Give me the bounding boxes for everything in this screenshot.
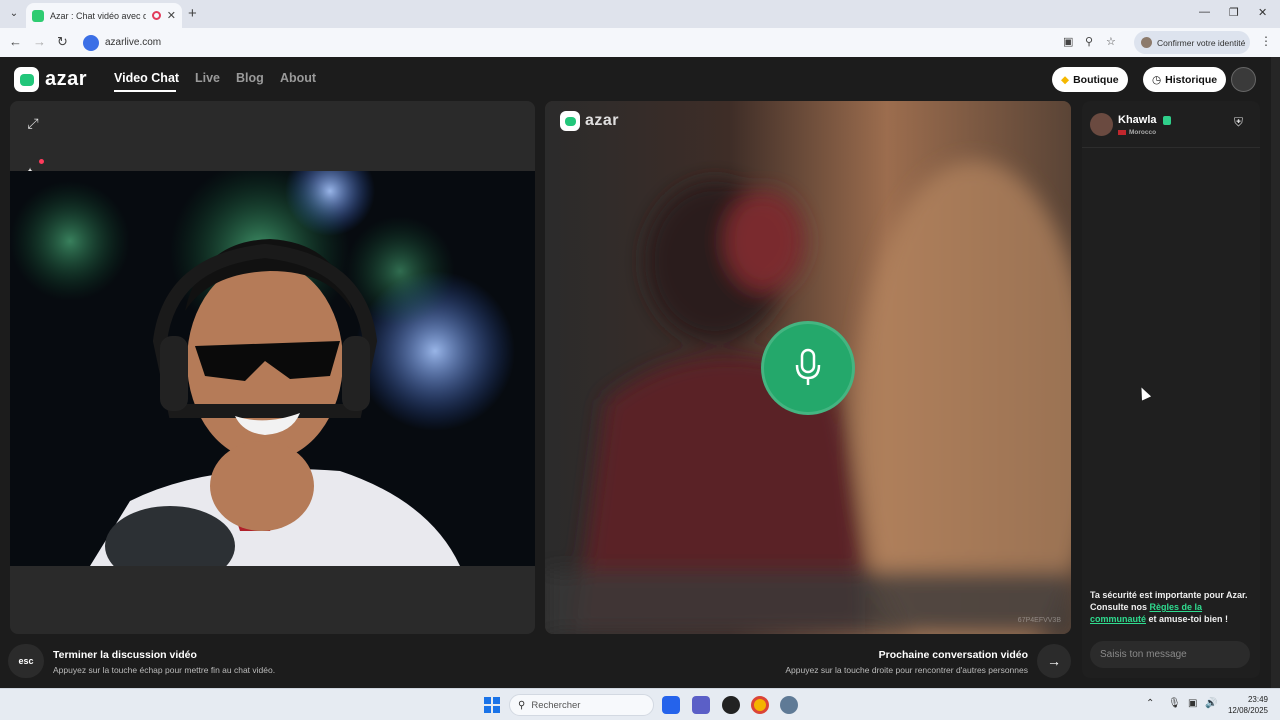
logo-text: azar <box>45 68 88 90</box>
nav-about[interactable]: About <box>280 71 316 85</box>
microphone-button[interactable] <box>761 321 855 415</box>
azar-site: azar Video Chat Live Blog About ◆ Boutiq… <box>0 57 1280 688</box>
minimize-icon[interactable]: — <box>1199 6 1210 18</box>
end-chat-esc-button[interactable]: esc <box>8 644 44 678</box>
boutique-label: Boutique <box>1073 73 1119 86</box>
tray-network-icon[interactable]: ▣ <box>1188 698 1197 709</box>
safety-text-suffix: et amuse-toi bien ! <box>1146 614 1229 624</box>
tab-title: Azar : Chat vidéo avec de n <box>50 10 146 21</box>
tab-search-icon[interactable]: ⌄ <box>5 5 23 23</box>
browser-menu-icon[interactable]: ⋮ <box>1260 34 1272 48</box>
partner-logo-text: azar <box>585 112 620 129</box>
taskbar-search-label: Rechercher <box>531 699 581 711</box>
tab-close-icon[interactable]: ✕ <box>167 9 176 22</box>
safety-notice: Ta sécurité est importante pour Azar. Co… <box>1090 589 1252 625</box>
self-video-panel: ⤢ ✦ ☺ <box>10 101 535 634</box>
browser-tab-bar: ⌄ Azar : Chat vidéo avec de n ✕ + — ❐ ✕ <box>0 0 1280 28</box>
next-chat-subtitle: Appuyez sur la touche droite pour rencon… <box>785 665 1028 675</box>
search-icon: ⚲ <box>518 699 526 711</box>
next-chat-button[interactable]: → <box>1037 644 1071 678</box>
self-camera-image <box>10 171 535 566</box>
effects-notification-dot <box>39 159 44 164</box>
azar-logo[interactable]: azar <box>14 67 87 92</box>
site-info-icon[interactable] <box>83 34 99 51</box>
taskbar-search[interactable]: ⚲ Rechercher <box>509 694 654 716</box>
windows-start-icon[interactable] <box>484 697 500 713</box>
boutique-button[interactable]: ◆ Boutique <box>1052 67 1128 92</box>
morocco-flag-icon <box>1118 130 1126 135</box>
verified-badge-icon <box>1163 116 1171 125</box>
url-text: azarlive.com <box>105 37 162 48</box>
page-scrollbar[interactable] <box>1271 57 1280 688</box>
taskbar-clock[interactable]: 23:49 12/08/2025 <box>1226 694 1268 716</box>
gem-icon: ◆ <box>1061 73 1070 86</box>
message-input[interactable] <box>1090 641 1250 668</box>
nav-live[interactable]: Live <box>195 71 220 85</box>
user-avatar[interactable] <box>1231 67 1256 92</box>
reload-icon[interactable]: ↻ <box>57 34 68 50</box>
end-chat-title: Terminer la discussion vidéo <box>53 649 197 661</box>
azar-watermark-icon <box>560 111 580 131</box>
partner-avatar[interactable] <box>1090 113 1113 136</box>
country-label: Morocco <box>1129 129 1157 136</box>
settings-app-icon[interactable] <box>780 696 798 714</box>
restore-icon[interactable]: ❐ <box>1229 6 1239 19</box>
obs-app-icon[interactable] <box>722 696 740 714</box>
clock-date: 12/08/2025 <box>1227 706 1268 715</box>
windows-taskbar: ⚲ Rechercher ⌃ 🎙 ▣ 🔊 23:49 12/08/2025 <box>0 688 1280 720</box>
microphone-icon <box>795 348 821 385</box>
address-bar[interactable]: azarlive.com <box>80 31 1125 54</box>
partner-video-panel: azar 67P4EFVV3B <box>545 101 1071 634</box>
nav-active-underline <box>114 90 176 92</box>
forward-icon[interactable]: → <box>33 34 46 49</box>
report-shield-icon[interactable]: ⛨ <box>1234 115 1243 130</box>
browser-toolbar: ← → ↻ azarlive.com ▣ ⚲ ☆ Confirmer votre… <box>0 28 1280 57</box>
historique-button[interactable]: ◷ Historique <box>1143 67 1227 92</box>
nav-video-chat[interactable]: Video Chat <box>114 71 179 85</box>
clock-icon: ◷ <box>1152 73 1162 86</box>
partner-panel-logo: azar <box>560 111 619 131</box>
back-icon[interactable]: ← <box>9 34 22 49</box>
window-close-icon[interactable]: ✕ <box>1258 6 1267 19</box>
self-camera-feed <box>10 171 535 566</box>
partner-id-watermark: 67P4EFVV3B <box>1017 617 1061 624</box>
chrome-app-icon[interactable] <box>751 696 769 714</box>
chat-panel: Khawla Morocco ⛨ Ta sécurité est importa… <box>1082 101 1260 678</box>
new-tab-icon[interactable]: + <box>188 5 197 22</box>
zoom-icon[interactable]: ⚲ <box>1085 35 1093 48</box>
azar-logo-icon <box>14 67 39 92</box>
clock-time: 23:49 <box>1247 695 1268 704</box>
azar-favicon-icon <box>32 9 44 22</box>
chat-header: Khawla Morocco ⛨ <box>1082 101 1260 148</box>
expand-icon[interactable]: ⤢ <box>23 115 43 135</box>
browser-tab-azar[interactable]: Azar : Chat vidéo avec de n ✕ <box>26 3 182 28</box>
recording-indicator-icon <box>151 11 161 20</box>
bookmark-star-icon[interactable]: ☆ <box>1106 35 1116 48</box>
nav-blog[interactable]: Blog <box>236 71 264 85</box>
teams-app-icon[interactable] <box>692 696 710 714</box>
tray-volume-icon[interactable]: 🔊 <box>1205 698 1217 709</box>
historique-label: Historique <box>1165 73 1218 86</box>
confirm-identity-label: Confirmer votre identité <box>1157 37 1246 48</box>
tray-overflow-icon[interactable]: ⌃ <box>1146 698 1154 709</box>
partner-country: Morocco <box>1118 129 1156 136</box>
confirm-identity-button[interactable]: Confirmer votre identité <box>1134 31 1250 54</box>
profile-avatar-icon <box>1141 37 1152 48</box>
cast-icon[interactable]: ▣ <box>1063 35 1073 48</box>
end-chat-subtitle: Appuyez sur la touche échap pour mettre … <box>53 665 276 675</box>
partner-name: Khawla <box>1118 114 1157 126</box>
store-app-icon[interactable] <box>662 696 680 714</box>
tray-mic-icon[interactable]: 🎙 <box>1168 698 1181 709</box>
next-chat-title: Prochaine conversation vidéo <box>878 649 1028 661</box>
